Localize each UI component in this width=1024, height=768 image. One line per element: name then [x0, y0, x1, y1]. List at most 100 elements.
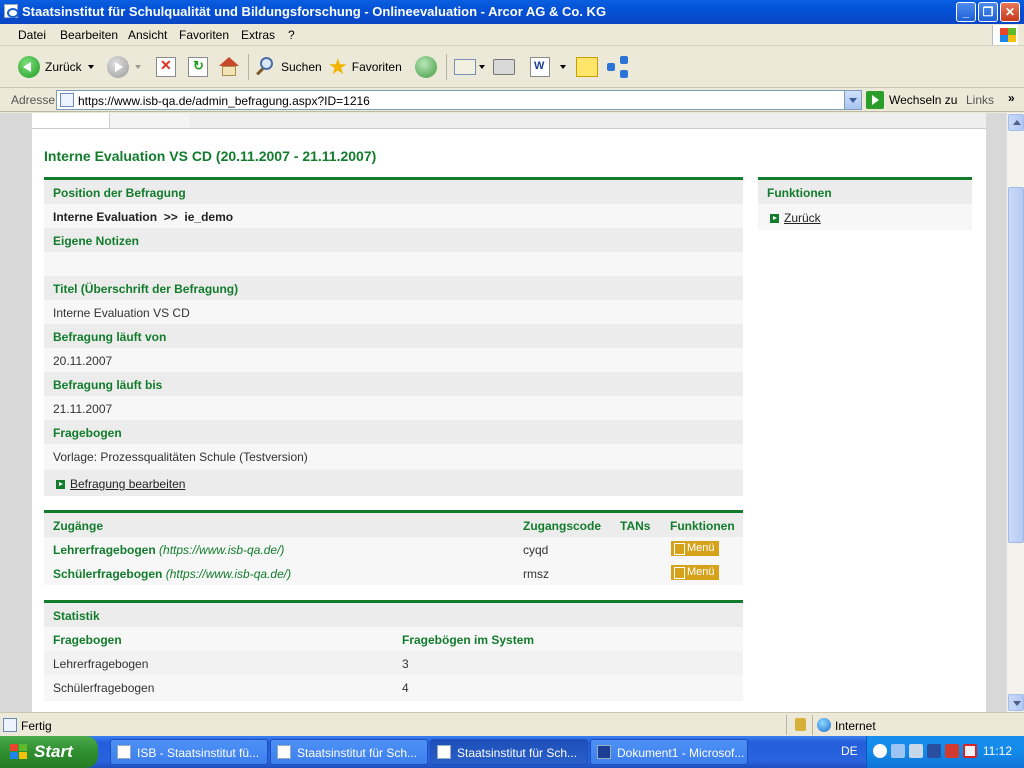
notes-button[interactable]	[576, 55, 598, 79]
history-button[interactable]	[415, 55, 437, 79]
antivirus-icon[interactable]	[945, 744, 959, 758]
close-button[interactable]: ✕	[1000, 2, 1020, 22]
von-label: Befragung läuft von	[53, 330, 167, 344]
scroll-thumb[interactable]	[1008, 187, 1024, 543]
address-dropdown-button[interactable]	[844, 91, 861, 109]
go-label: Wechseln zu	[889, 93, 958, 107]
scroll-down-button[interactable]	[1008, 694, 1024, 711]
col-zugangscode: Zugangscode	[523, 519, 602, 533]
ie-icon	[437, 745, 451, 759]
edit-befragung-link[interactable]: Befragung bearbeiten	[56, 477, 185, 491]
windows-logo-icon	[992, 25, 1018, 45]
vertical-scrollbar[interactable]	[1006, 113, 1024, 712]
edit-word-button[interactable]: W	[530, 55, 566, 79]
messenger-button[interactable]	[607, 55, 629, 79]
lock-icon	[795, 718, 806, 731]
back-link-text[interactable]: Zurück	[784, 211, 821, 225]
windows-flag-icon	[10, 744, 28, 760]
access-name-text[interactable]: Schülerfragebogen	[53, 567, 162, 581]
back-button[interactable]: Zurück	[18, 55, 94, 79]
detail-row: 20.11.2007	[44, 348, 743, 372]
edit-befragung-link-text[interactable]: Befragung bearbeiten	[70, 477, 185, 491]
position-separator: >>	[163, 210, 178, 224]
address-bar: Adresse https://www.isb-qa.de/admin_befr…	[0, 88, 1024, 112]
taskbar-item[interactable]: Staatsinstitut für Sch...	[270, 739, 428, 765]
links-toolbar[interactable]: Links	[966, 93, 994, 107]
acrobat-icon[interactable]	[963, 744, 977, 758]
system-tray: 11:12	[866, 736, 1024, 768]
menu-bearbeiten[interactable]: Bearbeiten	[60, 28, 118, 42]
stop-icon: ✕	[156, 57, 176, 77]
word-icon: W	[530, 57, 550, 77]
security-icon[interactable]	[927, 744, 941, 758]
page-tab-strip	[32, 113, 986, 129]
links-more-chevron[interactable]: »	[1008, 91, 1015, 105]
menu-extras[interactable]: Extras	[241, 28, 275, 42]
mail-icon	[454, 59, 476, 75]
menu-datei[interactable]: Datei	[18, 28, 46, 42]
network-icon[interactable]	[909, 744, 923, 758]
menu-favoriten[interactable]: Favoriten	[179, 28, 229, 42]
taskbar-item[interactable]: ISB - Staatsinstitut fü...	[110, 739, 268, 765]
print-button[interactable]	[493, 55, 515, 79]
stats-header: Statistik	[53, 609, 100, 623]
access-name[interactable]: Schülerfragebogen (https://www.isb-qa.de…	[53, 567, 291, 581]
page-tab[interactable]	[110, 113, 190, 129]
minimize-button[interactable]: _	[956, 2, 976, 22]
search-button[interactable]: Suchen	[254, 55, 322, 79]
arrow-right-icon	[56, 480, 65, 489]
detail-row: Befragung läuft von	[44, 324, 743, 348]
start-label: Start	[34, 742, 73, 761]
access-url[interactable]: (https://www.isb-qa.de/)	[166, 567, 291, 581]
scroll-up-button[interactable]	[1008, 114, 1024, 131]
go-button[interactable]: Wechseln zu	[866, 90, 957, 110]
access-panel: Zugänge Zugangscode TANs Funktionen Lehr…	[44, 510, 743, 585]
menu-ansicht[interactable]: Ansicht	[128, 28, 167, 42]
page-title: Interne Evaluation VS CD (20.11.2007 - 2…	[44, 148, 377, 164]
status-text: Fertig	[21, 719, 52, 733]
home-button[interactable]	[218, 55, 240, 79]
favorites-button[interactable]: ★ Favoriten	[328, 55, 402, 79]
page-tab[interactable]	[32, 113, 110, 129]
language-indicator[interactable]: DE	[841, 744, 858, 758]
clock[interactable]: 11:12	[983, 744, 1012, 758]
table-row: Schülerfragebogen 4	[44, 675, 743, 699]
back-arrow-icon	[18, 56, 40, 78]
titel-value: Interne Evaluation VS CD	[53, 306, 190, 320]
detail-row: Interne Evaluation VS CD	[44, 300, 743, 324]
access-name-text[interactable]: Lehrerfragebogen	[53, 543, 156, 557]
note-icon	[576, 57, 598, 77]
menu-bar: Datei Bearbeiten Ansicht Favoriten Extra…	[0, 24, 1024, 46]
forward-button[interactable]	[107, 55, 141, 79]
detail-row: Position der Befragung	[44, 180, 743, 204]
access-name[interactable]: Lehrerfragebogen (https://www.isb-qa.de/…	[53, 543, 284, 557]
taskbar-item[interactable]: Dokument1 - Microsof...	[590, 739, 748, 765]
mail-button[interactable]	[454, 55, 485, 79]
detail-row: Befragung bearbeiten	[44, 470, 743, 496]
menu-button[interactable]: Menü	[671, 565, 719, 580]
access-url[interactable]: (https://www.isb-qa.de/)	[159, 543, 284, 557]
taskbar-item-label: Staatsinstitut für Sch...	[457, 746, 578, 760]
stats-name: Lehrerfragebogen	[53, 657, 149, 671]
taskbar-item-active[interactable]: Staatsinstitut für Sch...	[430, 739, 588, 765]
address-url[interactable]: https://www.isb-qa.de/admin_befragung.as…	[78, 94, 370, 108]
back-link[interactable]: Zurück	[770, 211, 821, 225]
start-button[interactable]: Start	[0, 736, 98, 768]
globe-icon	[817, 718, 831, 732]
stop-button[interactable]: ✕	[156, 55, 176, 79]
detail-row: Interne Evaluation >> ie_demo	[44, 204, 743, 228]
network-icon[interactable]	[891, 744, 905, 758]
arrow-right-icon	[770, 214, 779, 223]
refresh-button[interactable]: ↻	[188, 55, 208, 79]
chevron-left-icon[interactable]	[873, 744, 887, 758]
restore-button[interactable]: ❐	[978, 2, 998, 22]
table-row: Lehrerfragebogen (https://www.isb-qa.de/…	[44, 537, 743, 561]
menu-button[interactable]: Menü	[671, 541, 719, 556]
search-icon	[254, 56, 276, 78]
stats-name: Schülerfragebogen	[53, 681, 155, 695]
forward-arrow-icon	[107, 56, 129, 78]
browser-viewport: Interne Evaluation VS CD (20.11.2007 - 2…	[0, 113, 1006, 712]
stats-count: 4	[402, 681, 409, 695]
menu-help[interactable]: ?	[288, 28, 295, 42]
address-input[interactable]: https://www.isb-qa.de/admin_befragung.as…	[56, 90, 862, 110]
